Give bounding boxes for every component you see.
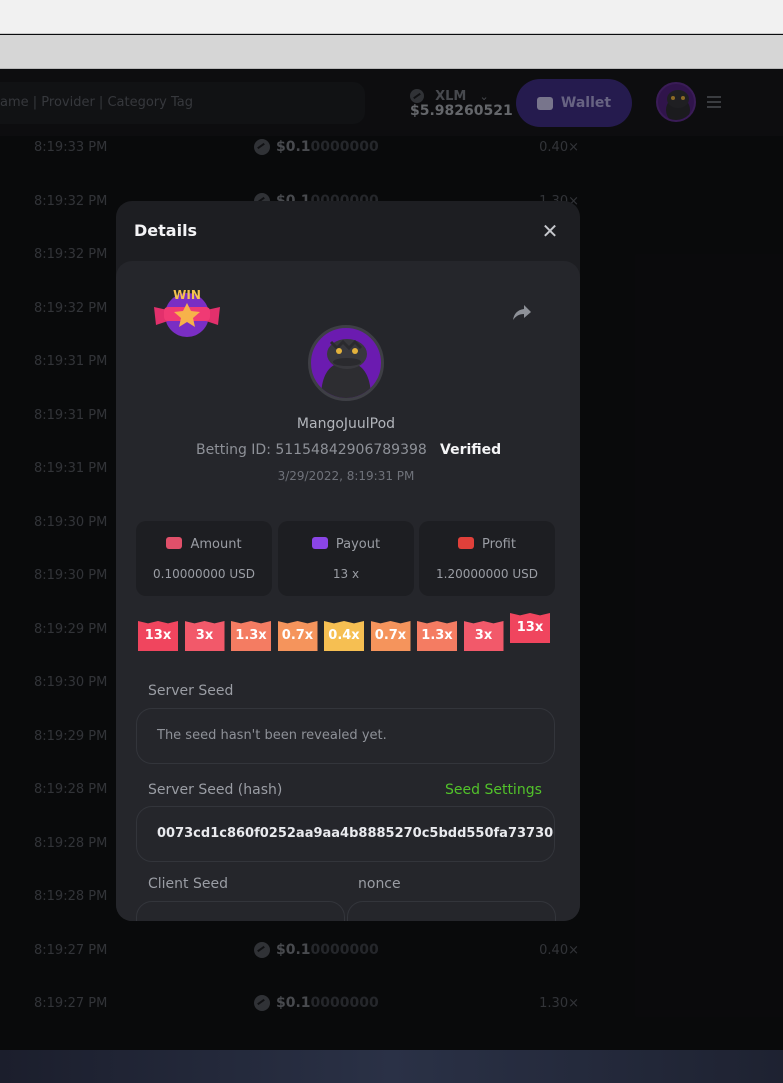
svg-text:WIN: WIN	[173, 288, 201, 302]
win-badge-icon: WIN	[150, 281, 224, 343]
multiplier-tile: 3x	[184, 621, 225, 651]
profit-hand-icon	[458, 537, 475, 549]
close-icon[interactable]: ✕	[540, 221, 560, 241]
stat-label: Payout	[335, 537, 381, 552]
multiplier-tile: 1.3x	[231, 621, 271, 651]
crocodile-avatar-icon	[321, 339, 371, 398]
client-seed-label: Client Seed	[148, 876, 228, 892]
verified-badge: Verified	[440, 442, 502, 458]
player-username: MangoJuulPod	[296, 416, 396, 432]
multiplier-tile: 3x	[463, 621, 504, 651]
player-avatar	[308, 325, 384, 401]
stat-label: Amount	[190, 537, 242, 552]
details-modal: Details ✕ WIN MangoJuulPod Betting ID: 5…	[116, 201, 580, 921]
stat-label: Profit	[482, 537, 516, 552]
stat-profit: Profit 1.20000000 USD	[419, 521, 555, 596]
server-hash-field[interactable]: 0073cd1c860f0252aa9aa4b8885270c5bdd550fa…	[136, 806, 555, 862]
multiplier-tile: 0.4x	[324, 621, 364, 651]
multiplier-tile: 13x	[510, 613, 550, 643]
payout-wallet-icon	[311, 537, 328, 549]
multiplier-tile: 1.3x	[417, 621, 457, 651]
nonce-field[interactable]	[347, 901, 556, 921]
browser-tab-strip	[0, 0, 783, 34]
stat-amount: Amount 0.10000000 USD	[136, 521, 272, 596]
multiplier-row: 13x 3x 1.3x 0.7x 0.4x 0.7x 1.3x 3x 13x	[138, 613, 558, 653]
multiplier-tile: 0.7x	[370, 621, 411, 651]
modal-title: Details	[134, 221, 198, 240]
stat-payout: Payout 13 x	[278, 521, 414, 596]
stat-value: 13 x	[332, 567, 360, 581]
betting-id: Betting ID: 51154842906789398	[196, 442, 427, 458]
stat-value: 0.10000000 USD	[153, 567, 255, 581]
share-icon[interactable]	[511, 301, 533, 323]
bet-timestamp: 3/29/2022, 8:19:31 PM	[277, 469, 415, 483]
server-seed-field[interactable]: The seed hasn't been revealed yet.	[136, 708, 555, 764]
client-seed-field[interactable]	[136, 901, 345, 921]
bet-detail-card: WIN MangoJuulPod Betting ID: 51154842906…	[116, 261, 580, 921]
server-seed-label: Server Seed	[148, 683, 234, 699]
browser-address-bar[interactable]	[0, 35, 783, 69]
seed-settings-link[interactable]: Seed Settings	[445, 782, 542, 798]
server-hash-label: Server Seed (hash)	[148, 782, 283, 798]
taskbar-strip	[0, 1050, 783, 1083]
multiplier-tile: 0.7x	[277, 621, 318, 651]
amount-icon	[166, 537, 183, 549]
nonce-label: nonce	[358, 876, 401, 892]
stat-value: 1.20000000 USD	[436, 567, 538, 581]
multiplier-tile: 13x	[138, 621, 178, 651]
